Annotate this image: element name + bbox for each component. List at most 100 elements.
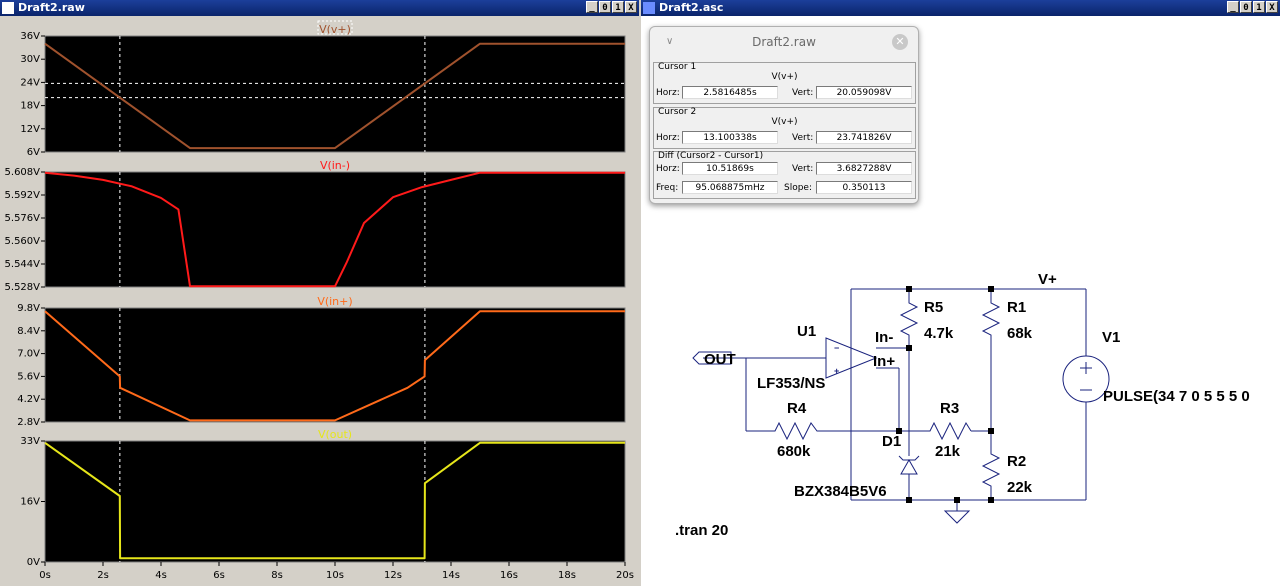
diff-slope-label: Slope:: [784, 183, 813, 193]
schematic-window-title: Draft2.asc: [659, 1, 724, 14]
diff-vert-field[interactable]: 3.6827288V: [816, 162, 912, 175]
cursor1-label: Cursor 1: [658, 62, 697, 72]
opamp-ref-label: U1: [797, 323, 816, 340]
diff-group: Diff (Cursor2 - Cursor1) Horz: 10.51869s…: [653, 151, 916, 199]
restore-button[interactable]: 0: [599, 1, 611, 13]
r1-value-label: 68k: [1007, 325, 1033, 342]
plot-pane-1[interactable]: [44, 35, 626, 153]
waveform-viewer-window: Draft2.raw _ 0 1 X 36V 30V 24V 18V 12V 6V V(v+…: [0, 0, 639, 586]
cursor1-vert-label: Vert:: [792, 88, 814, 98]
y-tick-label: 5.592V: [5, 190, 41, 201]
x-tick-label: 0s: [39, 570, 51, 581]
y-tick-label: 9.8V: [17, 303, 40, 314]
y-tick-label: 6V: [27, 147, 40, 158]
y-tick-label: 16V: [20, 497, 40, 508]
y-tick-label: 30V: [20, 54, 40, 65]
schematic-app-icon: [643, 2, 655, 14]
plot-pane-4[interactable]: [44, 440, 626, 563]
r1-ref-label: R1: [1007, 299, 1026, 316]
vplus-net-label: V+: [1038, 271, 1057, 288]
trace-title-4[interactable]: V(out): [318, 428, 352, 441]
cursor2-vert-label: Vert:: [792, 133, 814, 143]
diff-freq-label: Freq:: [656, 183, 679, 193]
diff-freq-field[interactable]: 95.068875mHz: [682, 181, 778, 194]
opamp-plus-sign: +: [834, 366, 839, 376]
y-tick-label: 0V: [27, 557, 40, 568]
x-tick-label: 6s: [213, 570, 225, 581]
r4-value-label: 680k: [777, 443, 811, 460]
y-tick-label: 7.0V: [17, 349, 40, 360]
cursor1-horz-field[interactable]: 2.5816485s: [682, 86, 778, 99]
cursor2-trace: V(v+): [771, 117, 798, 127]
x-tick-label: 20s: [616, 570, 634, 581]
r5-value-label: 4.7k: [924, 325, 954, 342]
cursor-readout-window[interactable]: ∨ Draft2.raw ✕ Cursor 1 V(v+) Horz: 2.58…: [649, 26, 919, 204]
cursor1-trace: V(v+): [771, 72, 798, 82]
waveform-plot-area[interactable]: 36V30V24V18V12V6VV(v+)5.608V5.592V5.576V…: [0, 16, 639, 586]
cursor1-horz-label: Horz:: [656, 88, 680, 98]
trace-title-2[interactable]: V(in-): [320, 159, 350, 172]
x-tick-label: 10s: [326, 570, 344, 581]
r4-ref-label: R4: [787, 400, 807, 417]
x-tick-label: 2s: [97, 570, 109, 581]
in-plus-label: In+: [873, 353, 895, 370]
schematic-close-button[interactable]: X: [1266, 1, 1278, 13]
v1-value-label: PULSE(34 7 0 5 5 5 0: [1103, 388, 1250, 405]
y-tick-label: 8.4V: [17, 326, 40, 337]
cursor2-label: Cursor 2: [658, 107, 697, 117]
r3-value-label: 21k: [935, 443, 961, 460]
y-tick-label: 2.8V: [17, 417, 40, 428]
close-icon[interactable]: ✕: [892, 34, 908, 50]
x-tick-label: 16s: [500, 570, 518, 581]
y-tick-label: 5.560V: [5, 236, 41, 247]
y-tick-label: 33V: [20, 436, 40, 447]
close-button[interactable]: X: [625, 1, 637, 13]
r2-value-label: 22k: [1007, 479, 1033, 496]
plot-titlebar[interactable]: Draft2.raw _ 0 1 X: [0, 0, 639, 16]
diff-vert-label: Vert:: [792, 164, 814, 174]
y-tick-label: 24V: [20, 77, 40, 88]
diff-slope-field[interactable]: 0.350113: [816, 181, 912, 194]
y-tick-label: 4.2V: [17, 394, 40, 405]
plot-pane-2[interactable]: [44, 171, 626, 288]
diff-horz-label: Horz:: [656, 164, 680, 174]
x-tick-label: 4s: [155, 570, 167, 581]
y-tick-label: 5.608V: [5, 167, 41, 178]
cursor1-group: Cursor 1 V(v+) Horz: 2.5816485s Vert: 20…: [653, 62, 916, 104]
d1-model-label: BZX384B5V6: [794, 483, 887, 500]
opamp-model-label: LF353/NS: [757, 375, 825, 392]
plot-pane-3[interactable]: [44, 307, 626, 423]
y-tick-label: 18V: [20, 101, 40, 112]
waveform-app-icon: [2, 2, 14, 14]
r3-ref-label: R3: [940, 400, 959, 417]
schematic-titlebar[interactable]: Draft2.asc _ 0 1 X: [641, 0, 1280, 16]
schematic-maximize-button[interactable]: 1: [1253, 1, 1265, 13]
cursor-window-title: Draft2.raw: [752, 35, 816, 49]
y-tick-label: 5.528V: [5, 282, 41, 293]
r2-ref-label: R2: [1007, 453, 1026, 470]
y-tick-label: 36V: [20, 31, 40, 42]
cursor1-vert-field[interactable]: 20.059098V: [816, 86, 912, 99]
v1-ref-label: V1: [1102, 329, 1120, 346]
schematic-restore-button[interactable]: 0: [1240, 1, 1252, 13]
cursor2-horz-field[interactable]: 13.100338s: [682, 131, 778, 144]
schematic-minimize-button[interactable]: _: [1227, 1, 1239, 13]
maximize-button[interactable]: 1: [612, 1, 624, 13]
y-tick-label: 12V: [20, 124, 40, 135]
minimize-button[interactable]: _: [586, 1, 598, 13]
trace-title-3[interactable]: V(in+): [317, 295, 352, 308]
cursor2-vert-field[interactable]: 23.741826V: [816, 131, 912, 144]
x-tick-label: 14s: [442, 570, 460, 581]
x-tick-label: 8s: [271, 570, 283, 581]
y-tick-label: 5.544V: [5, 259, 41, 270]
in-minus-label: In-: [875, 329, 893, 346]
diff-horz-field[interactable]: 10.51869s: [682, 162, 778, 175]
tran-directive[interactable]: .tran 20: [675, 522, 728, 539]
cursor2-horz-label: Horz:: [656, 133, 680, 143]
r5-ref-label: R5: [924, 299, 943, 316]
plot-window-title: Draft2.raw: [18, 1, 85, 14]
x-tick-label: 12s: [384, 570, 402, 581]
y-tick-label: 5.576V: [5, 213, 41, 224]
y-tick-label: 5.6V: [17, 371, 40, 382]
d1-ref-label: D1: [882, 433, 901, 450]
